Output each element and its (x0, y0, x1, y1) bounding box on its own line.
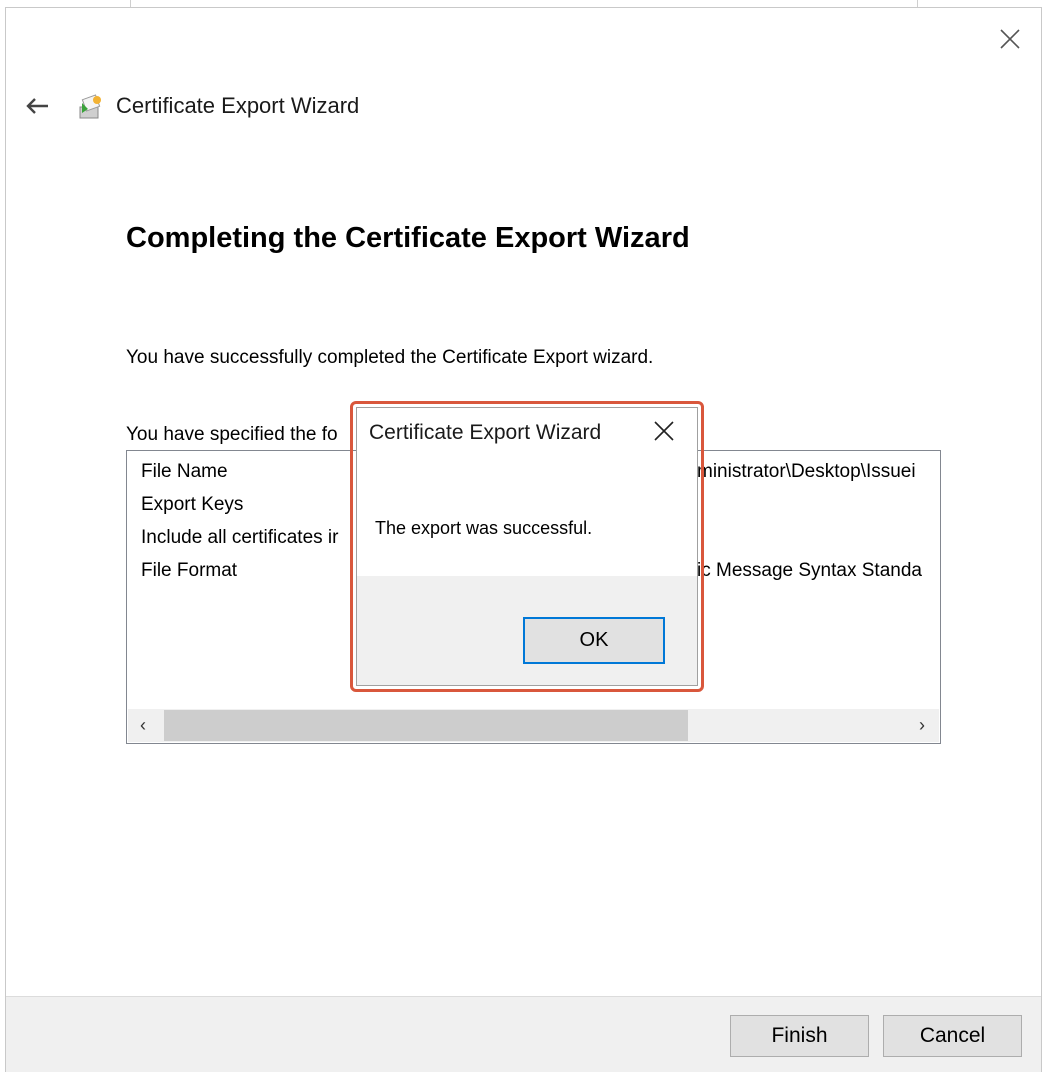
back-arrow-icon[interactable] (24, 96, 50, 116)
dialog-message: The export was successful. (375, 518, 593, 538)
scroll-left-icon[interactable]: ‹ (140, 715, 146, 736)
list-item-label: File Format (141, 560, 238, 581)
wizard-header: Certificate Export Wizard (24, 86, 359, 126)
finish-button[interactable]: Finish (730, 1015, 869, 1057)
dialog-title: Certificate Export Wizard (369, 421, 602, 444)
dialog-footer: OK (357, 576, 697, 685)
horizontal-scrollbar[interactable]: ‹ › (128, 709, 939, 742)
scroll-right-icon[interactable]: › (919, 715, 925, 736)
list-item-value: ic Message Syntax Standa (697, 560, 922, 581)
close-icon[interactable] (653, 420, 675, 442)
list-item-label: Export Keys (141, 494, 244, 515)
success-text: You have successfully completed the Cert… (126, 347, 654, 368)
wizard-footer: Finish Cancel (6, 996, 1041, 1072)
ok-button[interactable]: OK (523, 617, 665, 664)
list-item-label: File Name (141, 461, 228, 482)
specified-settings-text: You have specified the fo (126, 424, 338, 445)
list-item-label: Include all certificates ir (141, 527, 339, 548)
cancel-button[interactable]: Cancel (883, 1015, 1022, 1057)
page-heading: Completing the Certificate Export Wizard (126, 222, 690, 254)
certificate-wizard-icon (79, 94, 101, 119)
close-icon[interactable] (999, 28, 1021, 50)
wizard-title: Certificate Export Wizard (116, 93, 360, 118)
success-dialog: Certificate Export Wizard The export was… (356, 407, 698, 686)
list-item-value: ministrator\Desktop\Issuei (697, 461, 916, 482)
scrollbar-thumb[interactable] (164, 710, 688, 741)
